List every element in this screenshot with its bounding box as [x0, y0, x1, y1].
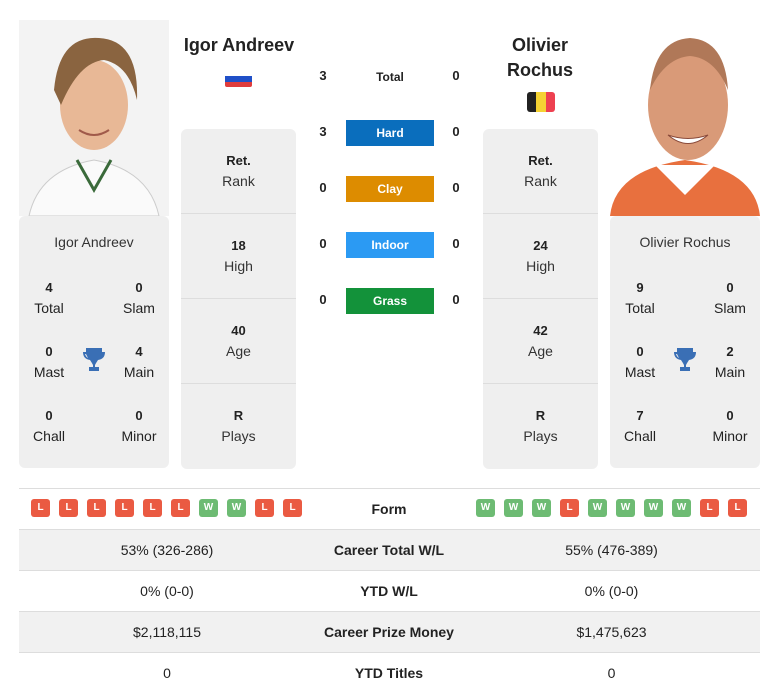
form-win-badge[interactable]: W	[672, 499, 691, 517]
player1-info-column: Ret. Rank 18 High 40 Age R Plays	[181, 129, 296, 469]
surface-hard-button[interactable]: Hard	[346, 120, 434, 146]
form-label: Form	[371, 501, 407, 517]
player1-photo	[19, 20, 169, 216]
player2-plays: R Plays	[523, 408, 558, 444]
h2h-grass-p1: 0	[319, 292, 327, 307]
form-win-badge[interactable]: W	[644, 499, 663, 517]
player2-name-line2: Rochus	[506, 60, 573, 80]
player1-age: 40 Age	[181, 299, 296, 384]
form-loss-badge[interactable]: L	[31, 499, 50, 517]
player2-high: 24 High	[483, 214, 598, 299]
form-loss-badge[interactable]: L	[283, 499, 302, 517]
player2-mast-titles: 0 Mast	[624, 344, 656, 380]
prize-money-label: Career Prize Money	[324, 624, 454, 640]
h2h-total-p1: 3	[319, 68, 327, 83]
player1-form: LLLLLLWWLL	[31, 497, 311, 517]
player1-total-titles: 4 Total	[34, 280, 64, 316]
table-row: $2,118,115 Career Prize Money $1,475,623	[19, 611, 760, 652]
belgium-flag-icon	[527, 92, 555, 112]
h2h-hard-p1: 3	[319, 124, 327, 139]
form-win-badge[interactable]: W	[588, 499, 607, 517]
divider	[19, 488, 760, 489]
player2-rank: Ret. Rank	[483, 129, 598, 214]
form-win-badge[interactable]: W	[227, 499, 246, 517]
form-loss-badge[interactable]: L	[728, 499, 747, 517]
player1-rank: Ret. Rank	[181, 129, 296, 214]
p1-ytd-titles: 0	[163, 665, 171, 681]
player1-main-titles: 4 Main	[123, 344, 155, 380]
form-win-badge[interactable]: W	[532, 499, 551, 517]
player2-name[interactable]: Olivier Rochus	[484, 33, 596, 83]
form-loss-badge[interactable]: L	[560, 499, 579, 517]
surface-grass-button[interactable]: Grass	[346, 288, 434, 314]
table-row: 0% (0-0) YTD W/L 0% (0-0)	[19, 570, 760, 611]
career-wl-label: Career Total W/L	[333, 542, 445, 558]
form-win-badge[interactable]: W	[476, 499, 495, 517]
p1-ytd-wl: 0% (0-0)	[140, 583, 194, 599]
player2-main-titles: 2 Main	[714, 344, 746, 380]
h2h-indoor-p2: 0	[452, 236, 460, 251]
table-row: 0 YTD Titles 0	[19, 652, 760, 693]
form-win-badge[interactable]: W	[616, 499, 635, 517]
form-loss-badge[interactable]: L	[143, 499, 162, 517]
player2-age: 42 Age	[483, 299, 598, 384]
player2-form: WWWLWWWWLL	[476, 497, 756, 517]
form-loss-badge[interactable]: L	[171, 499, 190, 517]
form-loss-badge[interactable]: L	[115, 499, 134, 517]
p2-ytd-titles: 0	[607, 665, 616, 681]
player1-titles-card: Igor Andreev 4 Total 0 Slam 0 Mast 4 Main 0C…	[19, 216, 169, 468]
player1-plays: R Plays	[221, 408, 256, 444]
player1-name[interactable]: Igor Andreev	[180, 33, 298, 58]
form-win-badge[interactable]: W	[199, 499, 218, 517]
h2h-total-label: Total	[376, 70, 404, 84]
form-loss-badge[interactable]: L	[59, 499, 78, 517]
player2-total-titles: 9 Total	[625, 280, 655, 316]
p2-career-wl: 55% (476-389)	[565, 542, 658, 558]
player2-chall-titles: 7 Chall	[624, 408, 656, 444]
p1-prize-money: $2,118,115	[133, 624, 201, 640]
p1-career-wl: 53% (326-286)	[120, 542, 214, 558]
h2h-grass-p2: 0	[452, 292, 460, 307]
trophy-icon	[673, 347, 697, 373]
ytd-titles-label: YTD Titles	[354, 665, 424, 681]
surface-indoor-button[interactable]: Indoor	[346, 232, 434, 258]
player1-minor-titles: 0 Minor	[121, 408, 157, 444]
player1-mast-titles: 0 Mast	[33, 344, 65, 380]
form-loss-badge[interactable]: L	[87, 499, 106, 517]
form-loss-badge[interactable]: L	[255, 499, 274, 517]
h2h-total-p2: 0	[452, 68, 460, 83]
player2-slam-titles: 0 Slam	[714, 280, 746, 316]
player1-slam-titles: 0 Slam	[123, 280, 155, 316]
player1-chall-titles: 0 Chall	[33, 408, 65, 444]
player2-titles-card: Olivier Rochus 9 Total 0 Slam 0 Mast 2 Main …	[610, 216, 760, 468]
ytd-wl-label: YTD W/L	[360, 583, 418, 599]
player2-minor-titles: 0 Minor	[712, 408, 748, 444]
player2-name-line1: Olivier	[511, 35, 569, 55]
h2h-clay-p2: 0	[452, 180, 460, 195]
trophy-icon	[82, 347, 106, 373]
player2-info-column: Ret. Rank 24 High 42 Age R Plays	[483, 129, 598, 469]
player1-card-name: Igor Andreev	[54, 234, 134, 250]
h2h-indoor-p1: 0	[319, 236, 327, 251]
surface-clay-button[interactable]: Clay	[346, 176, 434, 202]
p2-ytd-wl: 0% (0-0)	[584, 583, 639, 599]
form-win-badge[interactable]: W	[504, 499, 523, 517]
player2-photo	[610, 20, 760, 216]
player2-card-name: Olivier Rochus	[639, 234, 731, 250]
p2-prize-money: $1,475,623	[576, 624, 647, 640]
table-row: 53% (326-286) Career Total W/L 55% (476-…	[19, 529, 760, 570]
form-loss-badge[interactable]: L	[700, 499, 719, 517]
russia-flag-icon	[225, 71, 252, 87]
h2h-hard-p2: 0	[452, 124, 460, 139]
h2h-clay-p1: 0	[319, 180, 327, 195]
player1-high: 18 High	[181, 214, 296, 299]
